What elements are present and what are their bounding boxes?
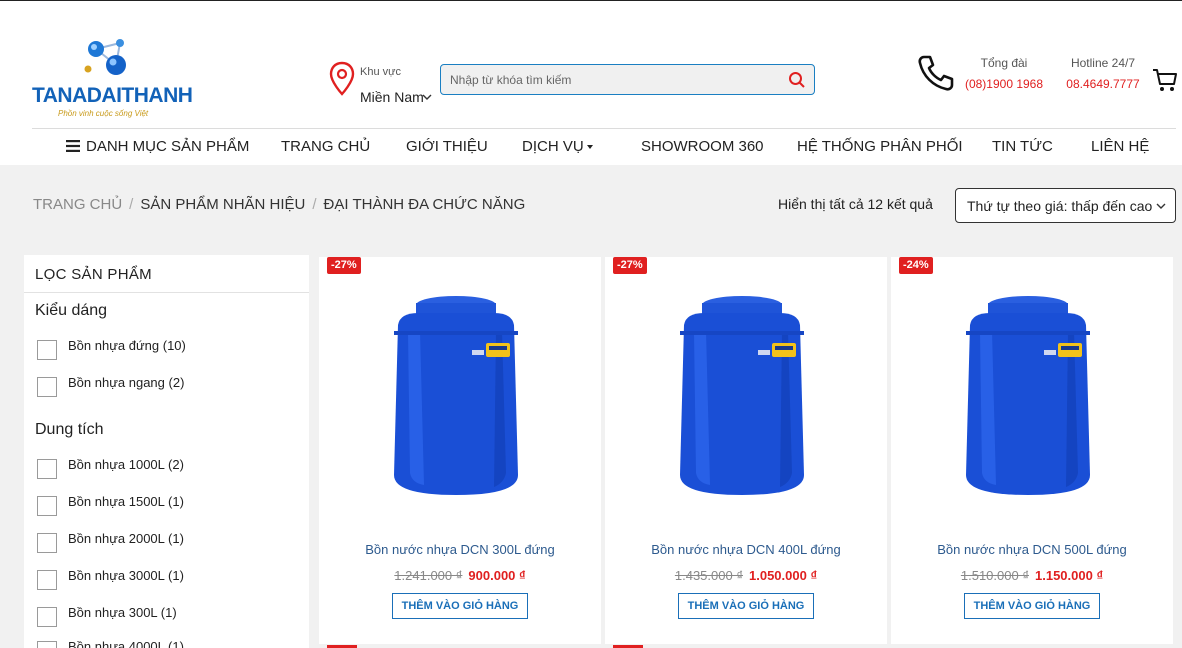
nav-about[interactable]: GIỚI THIỆU (406, 138, 488, 155)
chevron-down-icon (422, 94, 432, 100)
product-name[interactable]: Bồn nước nhựa DCN 400L đứng (605, 542, 887, 557)
sort-select[interactable]: Thứ tự theo giá: thấp đến cao (955, 188, 1176, 223)
product-sale-price: 1.050.000 ₫ (749, 568, 818, 583)
filter-checkbox[interactable] (37, 533, 57, 553)
hotline-switchboard[interactable]: Tổng đài (08)1900 1968 (960, 56, 1048, 91)
region-value: Miền Nam (360, 89, 424, 105)
breadcrumb-home[interactable]: TRANG CHỦ (33, 196, 122, 213)
add-to-cart-button[interactable]: THÊM VÀO GIỎ HÀNG (678, 593, 814, 619)
phone-icon (918, 55, 954, 91)
filter-heading-shape: Kiểu dáng (35, 302, 108, 319)
product-card[interactable]: -27% Bồn nước nhựa DCN 400L đứng 1.435.0… (605, 257, 887, 644)
filter-checkbox[interactable] (37, 377, 57, 397)
filter-checkbox[interactable] (37, 570, 57, 590)
search-box (440, 64, 815, 95)
filter-checkbox[interactable] (37, 340, 57, 360)
breadcrumb-separator: / (312, 196, 317, 213)
brand-logo[interactable]: TANADAITHANH Phồn vinh cuộc sống Việt (32, 37, 193, 123)
product-old-price: 1.241.000 ₫ (394, 568, 463, 583)
product-sale-price: 1.150.000 ₫ (1035, 568, 1104, 583)
nav-distribution[interactable]: HỆ THỐNG PHÂN PHỐI (797, 138, 963, 155)
product-prices: 1.510.000 ₫ 1.150.000 ₫ (891, 568, 1173, 583)
filter-option[interactable]: Bồn nhựa 1000L (2) (37, 457, 297, 479)
switchboard-number: (08)1900 1968 (964, 77, 1044, 91)
product-prices: 1.435.000 ₫ 1.050.000 ₫ (605, 568, 887, 583)
nav-home[interactable]: TRANG CHỦ (281, 138, 370, 155)
filter-divider (24, 292, 309, 293)
filter-option[interactable]: Bồn nhựa đứng (10) (37, 338, 297, 360)
result-count: Hiển thị tất cả 12 kết quả (778, 196, 933, 212)
brand-name: TANADAITHANH (32, 84, 193, 107)
nav-category-menu[interactable]: DANH MỤC SẢN PHẨM (86, 138, 249, 155)
product-sale-price: 900.000 ₫ (468, 568, 526, 583)
location-pin-icon (329, 61, 355, 96)
add-to-cart-button[interactable]: THÊM VÀO GIỎ HÀNG (392, 593, 528, 619)
filter-option-label: Bồn nhựa 4000L (1) (68, 639, 184, 648)
nav-contact[interactable]: LIÊN HỆ (1091, 138, 1149, 155)
filter-option[interactable]: Bồn nhựa ngang (2) (37, 375, 297, 397)
product-card[interactable]: -27% Bồn nước nhựa DCN 300L đứng 1.241.0… (319, 257, 601, 644)
filter-option[interactable]: Bồn nhựa 4000L (1) (37, 639, 297, 648)
filter-option-label: Bồn nhựa 300L (1) (68, 605, 177, 620)
filter-checkbox[interactable] (37, 496, 57, 516)
hotline-number: 08.4649.7777 (1066, 77, 1140, 91)
region-selector[interactable]: Khu vực Miền Nam (328, 61, 438, 109)
sort-select-value: Thứ tự theo giá: thấp đến cao (967, 198, 1153, 214)
add-to-cart-button[interactable]: THÊM VÀO GIỎ HÀNG (964, 593, 1100, 619)
product-name[interactable]: Bồn nước nhựa DCN 300L đứng (319, 542, 601, 557)
filter-option[interactable]: Bồn nhựa 3000L (1) (37, 568, 297, 590)
filter-option-label: Bồn nhựa 1000L (2) (68, 457, 184, 472)
main-nav: DANH MỤC SẢN PHẨM TRANG CHỦ GIỚI THIỆU D… (0, 129, 1182, 164)
region-label: Khu vực (360, 66, 401, 78)
product-old-price: 1.435.000 ₫ (674, 568, 743, 583)
water-tank-image[interactable] (676, 295, 808, 497)
water-tank-image[interactable] (962, 295, 1094, 497)
breadcrumb-brand-products[interactable]: SẢN PHẨM NHÃN HIỆU (140, 196, 305, 213)
product-name[interactable]: Bồn nước nhựa DCN 500L đứng (891, 542, 1173, 557)
filter-option[interactable]: Bồn nhựa 2000L (1) (37, 531, 297, 553)
filter-checkbox[interactable] (37, 459, 57, 479)
discount-badge: -27% (327, 257, 361, 274)
filter-sidebar: LỌC SẢN PHẨM Kiểu dáng Bồn nhựa đứng (10… (24, 255, 309, 648)
caret-down-icon (587, 145, 593, 149)
breadcrumb-current: ĐẠI THÀNH ĐA CHỨC NĂNG (323, 196, 526, 213)
discount-badge: -27% (613, 257, 647, 274)
filter-option-label: Bồn nhựa 1500L (1) (68, 494, 184, 509)
filter-option[interactable]: Bồn nhựa 1500L (1) (37, 494, 297, 516)
filter-option-label: Bồn nhựa 3000L (1) (68, 568, 184, 583)
breadcrumb-separator: / (129, 196, 134, 213)
product-prices: 1.241.000 ₫ 900.000 ₫ (319, 568, 601, 583)
filter-heading-capacity: Dung tích (35, 421, 104, 438)
product-old-price: 1.510.000 ₫ (960, 568, 1029, 583)
nav-services[interactable]: DỊCH VỤ (522, 138, 584, 155)
molecule-logo-icon (84, 39, 126, 75)
filter-title: LỌC SẢN PHẨM (35, 266, 152, 283)
breadcrumb: TRANG CHỦ / SẢN PHẨM NHÃN HIỆU / ĐẠI THÀNH Đ… (33, 196, 525, 213)
switchboard-label: Tổng đài (980, 56, 1028, 70)
filter-option[interactable]: Bồn nhựa 300L (1) (37, 605, 297, 627)
brand-slogan: Phồn vinh cuộc sống Việt (58, 109, 149, 118)
search-icon[interactable] (788, 71, 806, 89)
hotline-label: Hotline 24/7 (1070, 56, 1136, 70)
nav-showroom[interactable]: SHOWROOM 360 (641, 138, 764, 155)
search-input[interactable] (450, 69, 780, 91)
water-tank-image[interactable] (390, 295, 522, 497)
chevron-down-icon (1156, 203, 1166, 209)
filter-checkbox[interactable] (37, 641, 57, 648)
discount-badge: -24% (899, 257, 933, 274)
cart-icon[interactable] (1152, 67, 1178, 93)
nav-news[interactable]: TIN TỨC (992, 138, 1053, 155)
product-card[interactable]: -24% Bồn nước nhựa DCN 500L đứng 1.510.0… (891, 257, 1173, 644)
filter-option-label: Bồn nhựa ngang (2) (68, 375, 185, 390)
filter-option-label: Bồn nhựa 2000L (1) (68, 531, 184, 546)
filter-option-label: Bồn nhựa đứng (10) (68, 338, 186, 353)
hotline-247[interactable]: Hotline 24/7 08.4649.7777 (1062, 56, 1144, 91)
filter-checkbox[interactable] (37, 607, 57, 627)
